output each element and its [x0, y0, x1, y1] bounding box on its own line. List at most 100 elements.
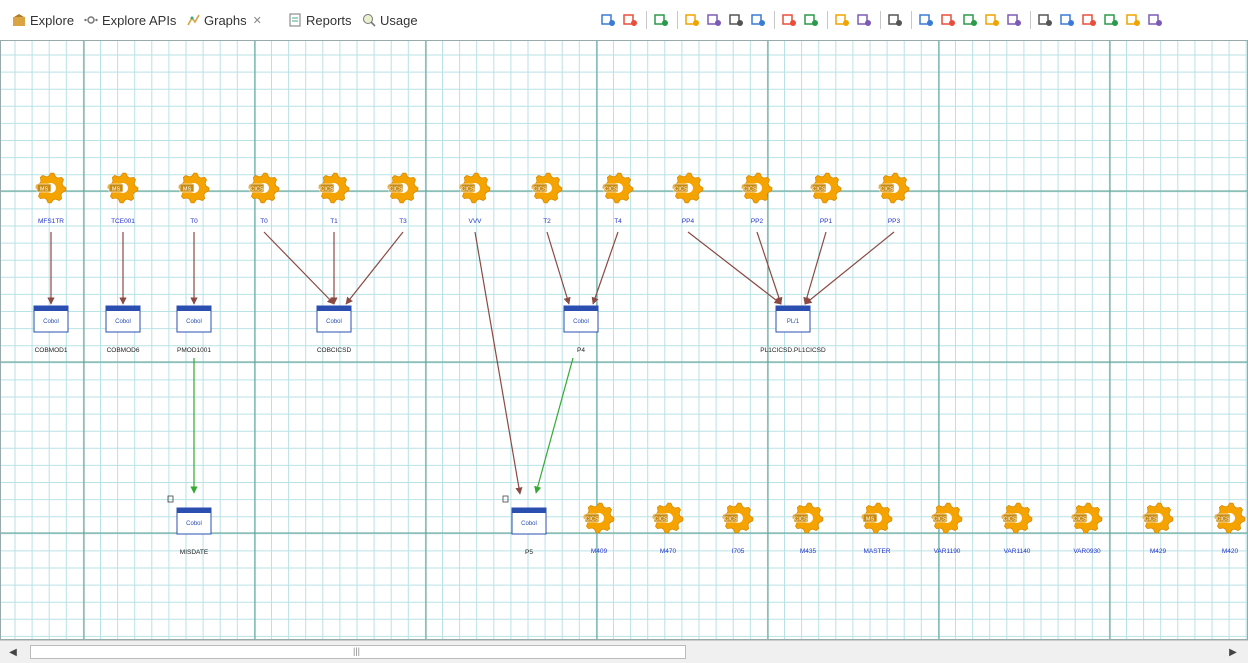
gear-node[interactable]: CICS VAR0930 — [1071, 502, 1103, 555]
gear-node[interactable]: MS MFS1TR — [35, 172, 67, 225]
remove-link-button[interactable] — [682, 10, 702, 30]
program-node[interactable]: Cobol PMOD1001 — [176, 305, 212, 354]
scrollbar-thumb[interactable]: ||| — [30, 645, 686, 659]
gear-tag: MS — [866, 517, 875, 523]
link-tool-button[interactable] — [1057, 10, 1077, 30]
scrollbar-grip: ||| — [353, 646, 361, 656]
redo-button[interactable] — [854, 10, 874, 30]
gear-node[interactable]: CICS M470 — [652, 502, 684, 555]
gear-label: PP4 — [682, 218, 695, 225]
gear-label: PP3 — [888, 218, 901, 225]
settings-button[interactable] — [1079, 10, 1099, 30]
gear-node[interactable]: MS TCE001 — [107, 172, 139, 225]
gear-tag: CICS — [461, 187, 474, 193]
toolbar-separator — [1030, 11, 1031, 29]
program-window-titlebar — [776, 306, 810, 311]
delete-button[interactable] — [748, 10, 768, 30]
gear-node[interactable]: CICS I705 — [722, 502, 754, 555]
layout-icon — [804, 14, 818, 26]
minimize-button[interactable] — [1145, 10, 1165, 30]
program-label: COBMOD6 — [107, 347, 140, 354]
link-tool-icon — [1060, 14, 1074, 26]
gear-label: VVV — [468, 218, 482, 225]
tab-label: Explore — [30, 12, 75, 28]
program-language: Cobol — [43, 319, 59, 325]
program-node[interactable]: Cobol COBMOD6 — [105, 305, 141, 354]
scroll-right-icon[interactable]: ▶ — [1226, 645, 1240, 659]
zoom-in-button[interactable] — [982, 10, 1002, 30]
gear-tag: CICS — [1144, 517, 1157, 523]
program-language: Cobol — [573, 319, 589, 325]
tab-usage[interactable]: Usage — [362, 10, 418, 30]
zoom-out-icon — [963, 14, 977, 26]
gear-node[interactable]: CICS T3 — [387, 172, 419, 225]
filter-button[interactable] — [726, 10, 746, 30]
layout-button[interactable] — [801, 10, 821, 30]
gear-label: M435 — [800, 548, 817, 555]
graph-canvas[interactable]: MS MFS1TR MS TCE001 MS T0 CICS T0 CICS T1 CICS T3 CI… — [0, 40, 1248, 640]
pointer-button[interactable] — [916, 10, 936, 30]
gear-label: PP1 — [820, 218, 833, 225]
expand-button[interactable] — [598, 10, 618, 30]
delete-icon — [751, 14, 765, 26]
tab-explore-apis[interactable]: Explore APIs — [84, 10, 176, 30]
program-node[interactable]: Cobol COBMOD1 — [33, 305, 69, 354]
hide-link-button[interactable] — [704, 10, 724, 30]
undo-button[interactable] — [832, 10, 852, 30]
select-tool-icon — [1038, 14, 1052, 26]
gear-tag: CICS — [533, 187, 546, 193]
gear-node[interactable]: CICS T2 — [531, 172, 563, 225]
gear-label: M409 — [591, 548, 608, 555]
close-icon[interactable]: ✕ — [253, 14, 262, 27]
tab-graphs[interactable]: Graphs ✕ — [186, 10, 262, 30]
program-node[interactable]: PL/1 PL1CICSD.PL1CICSD — [760, 305, 826, 354]
color-grid-button[interactable] — [651, 10, 671, 30]
program-node[interactable]: Cobol MISDATE — [167, 495, 212, 556]
gear-node[interactable]: CICS T4 — [602, 172, 634, 225]
gear-tag: MS — [183, 187, 192, 193]
search-button[interactable] — [885, 10, 905, 30]
program-node[interactable]: Cobol COBCICSD — [316, 305, 352, 354]
hand-button[interactable] — [938, 10, 958, 30]
program-node[interactable]: Cobol P4 — [563, 305, 599, 354]
gear-node[interactable]: CICS M420 — [1214, 502, 1246, 555]
tab-reports[interactable]: Reports — [288, 10, 352, 30]
gear-tag: CICS — [1216, 517, 1229, 523]
gear-node[interactable]: CICS M409 — [583, 502, 615, 555]
gear-node[interactable]: CICS VAR1190 — [931, 502, 963, 555]
program-label: PL1CICSD.PL1CICSD — [760, 347, 826, 354]
gear-node[interactable]: CICS T0 — [248, 172, 280, 225]
gear-tag: CICS — [743, 187, 756, 193]
collapse-button[interactable] — [620, 10, 640, 30]
undo-icon — [835, 14, 849, 26]
fit-button[interactable] — [779, 10, 799, 30]
zoom-out-button[interactable] — [960, 10, 980, 30]
move-button[interactable] — [1004, 10, 1024, 30]
select-tool-button[interactable] — [1035, 10, 1055, 30]
program-node[interactable]: Cobol P5 — [502, 495, 547, 556]
gear-label: I705 — [732, 548, 745, 555]
gear-node[interactable]: MS MASTER — [861, 502, 893, 555]
more-button[interactable] — [1123, 10, 1143, 30]
program-window-titlebar — [34, 306, 68, 311]
tab-explore[interactable]: Explore — [12, 10, 74, 30]
graph-toolbar — [598, 8, 1167, 32]
toolbar-separator — [774, 11, 775, 29]
horizontal-scrollbar[interactable]: ◀ ||| ▶ — [0, 640, 1248, 663]
program-language: Cobol — [186, 521, 202, 527]
graph-icon — [187, 14, 200, 26]
gear-node[interactable]: CICS VVV — [459, 172, 491, 225]
gear-node[interactable]: MS T0 — [178, 172, 210, 225]
gear-node[interactable]: CICS PP1 — [810, 172, 842, 225]
hide-link-icon — [707, 14, 721, 26]
toolbar-separator — [827, 11, 828, 29]
dependency-graph[interactable]: MSMFS1TR MSTCE001 MST0 CICST0 CICST1 CICST3 CI… — [1, 41, 1247, 639]
grid-button[interactable] — [1101, 10, 1121, 30]
gear-node[interactable]: CICS M429 — [1142, 502, 1174, 555]
tab-label: Reports — [306, 12, 352, 28]
scroll-left-icon[interactable]: ◀ — [6, 645, 20, 659]
toolbar-separator — [646, 11, 647, 29]
program-window-titlebar — [564, 306, 598, 311]
filter-icon — [729, 14, 743, 26]
gear-node[interactable]: CICS T1 — [318, 172, 350, 225]
